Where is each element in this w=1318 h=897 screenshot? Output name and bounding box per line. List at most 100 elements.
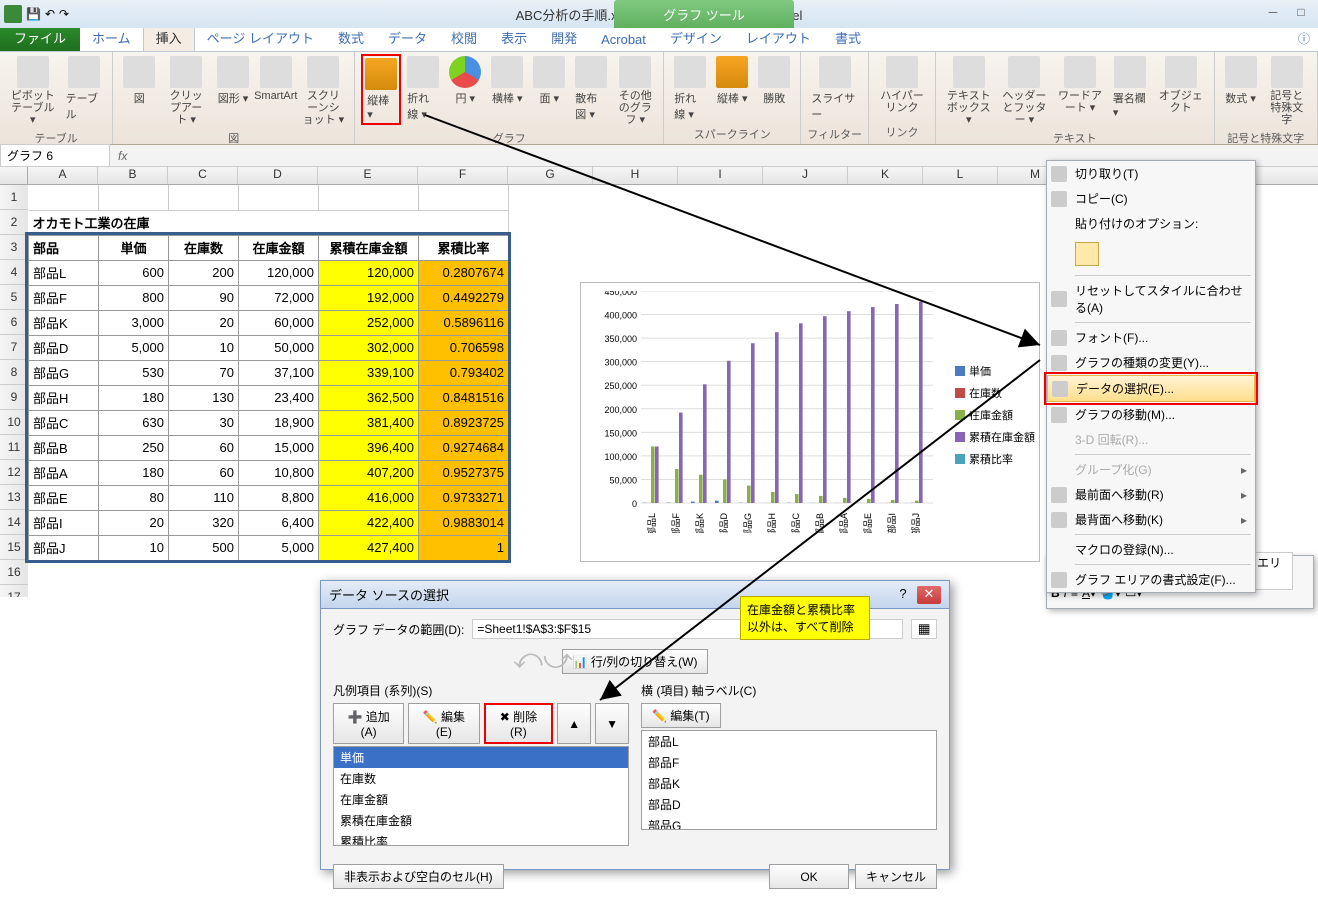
row-header-1[interactable]: 1 bbox=[0, 185, 28, 210]
column-header-H[interactable]: H bbox=[593, 167, 678, 184]
category-list-item[interactable]: 部品D bbox=[642, 794, 936, 815]
row-header-11[interactable]: 11 bbox=[0, 435, 28, 460]
table-cell[interactable]: 部品K bbox=[29, 310, 99, 335]
table-cell[interactable]: 部品I bbox=[29, 510, 99, 535]
ribbon-button-オブジェクト[interactable]: オブジェクト bbox=[1154, 54, 1208, 116]
series-up-button[interactable]: ▲ bbox=[557, 703, 591, 744]
ribbon-button-数式[interactable]: 数式 ▾ bbox=[1221, 54, 1261, 108]
ribbon-button-ピボットテーブル[interactable]: ピボットテーブル ▾ bbox=[6, 54, 60, 128]
series-list-item[interactable]: 累積比率 bbox=[334, 831, 628, 846]
context-menu-item[interactable]: 最前面へ移動(R)▸ bbox=[1047, 482, 1255, 507]
series-down-button[interactable]: ▼ bbox=[595, 703, 629, 744]
table-cell[interactable]: 5,000 bbox=[239, 535, 319, 560]
ribbon-button-横棒[interactable]: 横棒 ▾ bbox=[487, 54, 527, 108]
table-cell[interactable]: 10 bbox=[169, 335, 239, 360]
ribbon-tab-ホーム[interactable]: ホーム bbox=[80, 24, 143, 51]
ribbon-tab-開発[interactable]: 開発 bbox=[539, 24, 589, 51]
table-header-cell[interactable]: 単価 bbox=[99, 235, 169, 260]
ribbon-button-クリップアート[interactable]: クリップアート ▾ bbox=[161, 54, 211, 128]
column-header-F[interactable]: F bbox=[418, 167, 508, 184]
series-list-item[interactable]: 在庫金額 bbox=[334, 789, 628, 810]
table-cell[interactable]: 192,000 bbox=[319, 285, 419, 310]
table-cell[interactable]: 23,400 bbox=[239, 385, 319, 410]
ribbon-tab-データ[interactable]: データ bbox=[376, 24, 439, 51]
switch-row-column-button[interactable]: 📊 行/列の切り替え(W) bbox=[562, 649, 709, 674]
table-cell[interactable]: 80 bbox=[99, 485, 169, 510]
fx-icon[interactable]: fx bbox=[110, 149, 135, 163]
context-menu-item[interactable]: フォント(F)... bbox=[1047, 325, 1255, 350]
table-cell[interactable]: 630 bbox=[99, 410, 169, 435]
undo-icon[interactable]: ↶ bbox=[45, 7, 55, 21]
table-header-cell[interactable]: 在庫数 bbox=[169, 235, 239, 260]
row-header-6[interactable]: 6 bbox=[0, 310, 28, 335]
table-cell[interactable]: 部品B bbox=[29, 435, 99, 460]
table-cell[interactable]: 120,000 bbox=[319, 260, 419, 285]
table-cell[interactable]: 90 bbox=[169, 285, 239, 310]
table-cell[interactable]: 0.2807674 bbox=[419, 260, 509, 285]
table-cell[interactable]: 60 bbox=[169, 435, 239, 460]
series-list-item[interactable]: 累積在庫金額 bbox=[334, 810, 628, 831]
context-menu-item[interactable]: データの選択(E)... bbox=[1047, 375, 1255, 402]
ribbon-tab-数式[interactable]: 数式 bbox=[326, 24, 376, 51]
table-cell[interactable]: 18,900 bbox=[239, 410, 319, 435]
redo-icon[interactable]: ↷ bbox=[59, 7, 69, 21]
table-cell[interactable]: 320 bbox=[169, 510, 239, 535]
category-list-item[interactable]: 部品K bbox=[642, 773, 936, 794]
table-cell[interactable]: 396,400 bbox=[319, 435, 419, 460]
table-cell[interactable]: 部品E bbox=[29, 485, 99, 510]
series-add-button[interactable]: ➕ 追加(A) bbox=[333, 703, 404, 744]
table-cell[interactable]: 部品J bbox=[29, 535, 99, 560]
table-cell[interactable]: 381,400 bbox=[319, 410, 419, 435]
table-cell[interactable]: 60,000 bbox=[239, 310, 319, 335]
table-cell[interactable]: 0.706598 bbox=[419, 335, 509, 360]
dialog-close-icon[interactable]: ✕ bbox=[917, 586, 941, 604]
context-menu-item[interactable]: 切り取り(T) bbox=[1047, 161, 1255, 186]
file-tab[interactable]: ファイル bbox=[0, 24, 80, 51]
table-cell[interactable]: 800 bbox=[99, 285, 169, 310]
row-header-16[interactable]: 16 bbox=[0, 560, 28, 585]
table-cell[interactable]: 6,400 bbox=[239, 510, 319, 535]
minimize-icon[interactable]: ─ bbox=[1260, 5, 1286, 23]
table-cell[interactable]: 120,000 bbox=[239, 260, 319, 285]
table-cell[interactable]: 180 bbox=[99, 385, 169, 410]
table-cell[interactable]: 422,400 bbox=[319, 510, 419, 535]
series-list-item[interactable]: 単価 bbox=[334, 747, 628, 768]
column-header-C[interactable]: C bbox=[168, 167, 238, 184]
ribbon-button-SmartArt[interactable]: SmartArt bbox=[255, 54, 297, 104]
cells-area[interactable]: オカモト工業の在庫部品単価在庫数在庫金額累積在庫金額累積比率部品L6002001… bbox=[28, 185, 509, 597]
help-icon[interactable]: ⓘ bbox=[1290, 26, 1318, 51]
table-cell[interactable]: 30 bbox=[169, 410, 239, 435]
dialog-help-icon[interactable]: ? bbox=[891, 586, 915, 604]
row-header-5[interactable]: 5 bbox=[0, 285, 28, 310]
paste-option-icon[interactable] bbox=[1075, 242, 1099, 266]
row-header-10[interactable]: 10 bbox=[0, 410, 28, 435]
series-delete-button[interactable]: ✖ 削除(R) bbox=[484, 703, 554, 744]
column-header-L[interactable]: L bbox=[923, 167, 998, 184]
ribbon-button-ヘッダーとフッター[interactable]: ヘッダーとフッター ▾ bbox=[998, 54, 1052, 128]
table-cell[interactable]: 3,000 bbox=[99, 310, 169, 335]
table-cell[interactable]: 72,000 bbox=[239, 285, 319, 310]
table-cell[interactable]: 部品L bbox=[29, 260, 99, 285]
ribbon-tab-Acrobat[interactable]: Acrobat bbox=[589, 28, 658, 51]
table-cell[interactable]: 部品F bbox=[29, 285, 99, 310]
ribbon-tab-レイアウト[interactable]: レイアウト bbox=[734, 24, 823, 51]
column-header-K[interactable]: K bbox=[848, 167, 923, 184]
table-cell[interactable]: 180 bbox=[99, 460, 169, 485]
ribbon-button-ハイパーリンク[interactable]: ハイパーリンク bbox=[875, 54, 929, 116]
table-header-cell[interactable]: 在庫金額 bbox=[239, 235, 319, 260]
legend-item[interactable]: 単価 bbox=[955, 363, 1035, 379]
table-cell[interactable]: 15,000 bbox=[239, 435, 319, 460]
series-list[interactable]: 単価在庫数在庫金額累積在庫金額累積比率 bbox=[333, 746, 629, 846]
column-header-E[interactable]: E bbox=[318, 167, 418, 184]
table-cell[interactable]: 302,000 bbox=[319, 335, 419, 360]
ribbon-tab-表示[interactable]: 表示 bbox=[489, 24, 539, 51]
legend-item[interactable]: 在庫金額 bbox=[955, 407, 1035, 423]
table-cell[interactable]: 600 bbox=[99, 260, 169, 285]
legend-item[interactable]: 累積在庫金額 bbox=[955, 429, 1035, 445]
ribbon-button-面[interactable]: 面 ▾ bbox=[529, 54, 569, 108]
table-cell[interactable]: 0.8923725 bbox=[419, 410, 509, 435]
ribbon-tab-書式[interactable]: 書式 bbox=[823, 24, 873, 51]
ribbon-button-図形[interactable]: 図形 ▾ bbox=[213, 54, 253, 108]
table-cell[interactable]: 0.9733271 bbox=[419, 485, 509, 510]
column-header-I[interactable]: I bbox=[678, 167, 763, 184]
